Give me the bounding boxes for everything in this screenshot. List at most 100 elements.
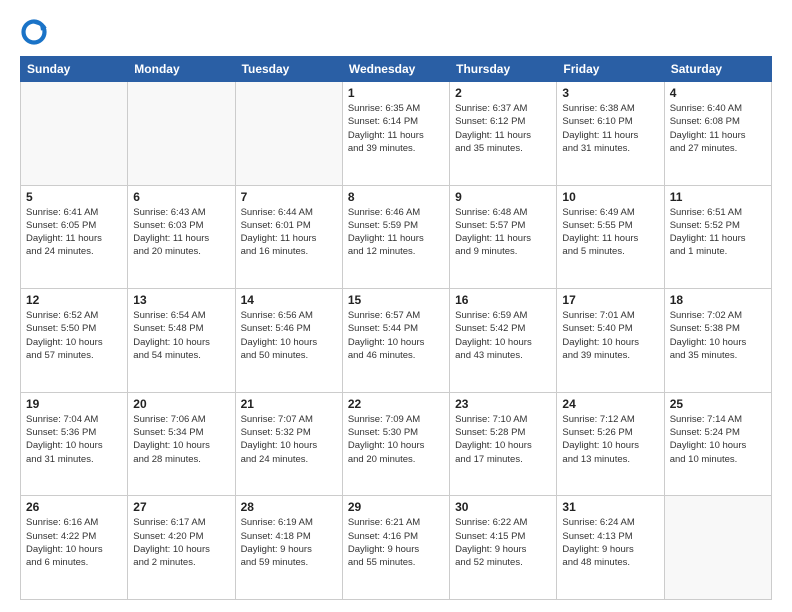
day-cell: 10Sunrise: 6:49 AM Sunset: 5:55 PM Dayli… — [557, 185, 664, 289]
day-cell: 1Sunrise: 6:35 AM Sunset: 6:14 PM Daylig… — [342, 82, 449, 186]
day-cell: 29Sunrise: 6:21 AM Sunset: 4:16 PM Dayli… — [342, 496, 449, 600]
weekday-header-friday: Friday — [557, 57, 664, 82]
day-number: 27 — [133, 500, 229, 514]
day-info: Sunrise: 6:21 AM Sunset: 4:16 PM Dayligh… — [348, 516, 444, 569]
day-cell: 11 Sunrise: 6:51 AM Sunset: 5:52 PM Dayli… — [664, 185, 771, 289]
day-cell: 23 Sunrise: 7:10 AM Sunset: 5:28 PM Dayli… — [450, 392, 557, 496]
day-cell — [664, 496, 771, 600]
day-info: Sunrise: 7:10 AM Sunset: 5:28 PM Dayligh… — [455, 413, 551, 466]
day-info: Sunrise: 7:14 AM Sunset: 5:24 PM Dayligh… — [670, 413, 766, 466]
day-number: 8 — [348, 190, 444, 204]
day-info: Sunrise: 7:01 AM Sunset: 5:40 PM Dayligh… — [562, 309, 658, 362]
day-number: 28 — [241, 500, 337, 514]
weekday-header-tuesday: Tuesday — [235, 57, 342, 82]
day-number: 5 — [26, 190, 122, 204]
day-info: Sunrise: 6:49 AM Sunset: 5:55 PM Dayligh… — [562, 206, 658, 259]
calendar-table: SundayMondayTuesdayWednesdayThursdayFrid… — [20, 56, 772, 600]
day-cell: 5 Sunrise: 6:41 AM Sunset: 6:05 PM Daylig… — [21, 185, 128, 289]
day-number: 22 — [348, 397, 444, 411]
day-cell: 30 Sunrise: 6:22 AM Sunset: 4:15 PM Dayli… — [450, 496, 557, 600]
day-cell: 21 Sunrise: 7:07 AM Sunset: 5:32 PM Dayli… — [235, 392, 342, 496]
day-info: Sunrise: 7:09 AM Sunset: 5:30 PM Dayligh… — [348, 413, 444, 466]
day-number: 13 — [133, 293, 229, 307]
day-number: 24 — [562, 397, 658, 411]
logo-icon — [20, 18, 48, 46]
day-info: Sunrise: 6:38 AM Sunset: 6:10 PM Dayligh… — [562, 102, 658, 155]
day-info: Sunrise: 6:54 AM Sunset: 5:48 PM Dayligh… — [133, 309, 229, 362]
day-cell: 8 Sunrise: 6:46 AM Sunset: 5:59 PM Daylig… — [342, 185, 449, 289]
day-number: 18 — [670, 293, 766, 307]
day-cell — [21, 82, 128, 186]
weekday-header-sunday: Sunday — [21, 57, 128, 82]
day-info: Sunrise: 6:40 AM Sunset: 6:08 PM Dayligh… — [670, 102, 766, 155]
day-info: Sunrise: 6:43 AM Sunset: 6:03 PM Dayligh… — [133, 206, 229, 259]
day-number: 11 — [670, 190, 766, 204]
week-row-5: 26 Sunrise: 6:16 AM Sunset: 4:22 PM Dayli… — [21, 496, 772, 600]
day-info: Sunrise: 6:22 AM Sunset: 4:15 PM Dayligh… — [455, 516, 551, 569]
day-number: 14 — [241, 293, 337, 307]
day-cell: 27 Sunrise: 6:17 AM Sunset: 4:20 PM Dayli… — [128, 496, 235, 600]
day-info: Sunrise: 6:19 AM Sunset: 4:18 PM Dayligh… — [241, 516, 337, 569]
day-number: 3 — [562, 86, 658, 100]
day-number: 31 — [562, 500, 658, 514]
day-info: Sunrise: 6:56 AM Sunset: 5:46 PM Dayligh… — [241, 309, 337, 362]
day-cell: 3 Sunrise: 6:38 AM Sunset: 6:10 PM Daylig… — [557, 82, 664, 186]
day-cell: 31 Sunrise: 6:24 AM Sunset: 4:13 PM Dayli… — [557, 496, 664, 600]
day-info: Sunrise: 6:48 AM Sunset: 5:57 PM Dayligh… — [455, 206, 551, 259]
week-row-2: 5 Sunrise: 6:41 AM Sunset: 6:05 PM Daylig… — [21, 185, 772, 289]
day-number: 7 — [241, 190, 337, 204]
day-info: Sunrise: 6:52 AM Sunset: 5:50 PM Dayligh… — [26, 309, 122, 362]
day-number: 21 — [241, 397, 337, 411]
day-cell: 24Sunrise: 7:12 AM Sunset: 5:26 PM Dayli… — [557, 392, 664, 496]
day-cell: 13 Sunrise: 6:54 AM Sunset: 5:48 PM Dayli… — [128, 289, 235, 393]
day-info: Sunrise: 6:46 AM Sunset: 5:59 PM Dayligh… — [348, 206, 444, 259]
day-info: Sunrise: 7:07 AM Sunset: 5:32 PM Dayligh… — [241, 413, 337, 466]
day-info: Sunrise: 6:17 AM Sunset: 4:20 PM Dayligh… — [133, 516, 229, 569]
day-number: 15 — [348, 293, 444, 307]
weekday-header-wednesday: Wednesday — [342, 57, 449, 82]
day-cell: 19Sunrise: 7:04 AM Sunset: 5:36 PM Dayli… — [21, 392, 128, 496]
day-cell: 18Sunrise: 7:02 AM Sunset: 5:38 PM Dayli… — [664, 289, 771, 393]
day-number: 2 — [455, 86, 551, 100]
day-number: 12 — [26, 293, 122, 307]
day-number: 19 — [26, 397, 122, 411]
weekday-header-thursday: Thursday — [450, 57, 557, 82]
week-row-3: 12 Sunrise: 6:52 AM Sunset: 5:50 PM Dayli… — [21, 289, 772, 393]
day-info: Sunrise: 6:59 AM Sunset: 5:42 PM Dayligh… — [455, 309, 551, 362]
weekday-header-saturday: Saturday — [664, 57, 771, 82]
header — [20, 18, 772, 46]
day-number: 9 — [455, 190, 551, 204]
day-info: Sunrise: 6:41 AM Sunset: 6:05 PM Dayligh… — [26, 206, 122, 259]
day-info: Sunrise: 6:24 AM Sunset: 4:13 PM Dayligh… — [562, 516, 658, 569]
day-info: Sunrise: 7:06 AM Sunset: 5:34 PM Dayligh… — [133, 413, 229, 466]
day-info: Sunrise: 6:51 AM Sunset: 5:52 PM Dayligh… — [670, 206, 766, 259]
logo — [20, 18, 52, 46]
page: SundayMondayTuesdayWednesdayThursdayFrid… — [0, 0, 792, 612]
day-cell — [128, 82, 235, 186]
day-cell: 14 Sunrise: 6:56 AM Sunset: 5:46 PM Dayli… — [235, 289, 342, 393]
day-number: 30 — [455, 500, 551, 514]
day-cell: 9 Sunrise: 6:48 AM Sunset: 5:57 PM Daylig… — [450, 185, 557, 289]
weekday-header-row: SundayMondayTuesdayWednesdayThursdayFrid… — [21, 57, 772, 82]
day-info: Sunrise: 6:44 AM Sunset: 6:01 PM Dayligh… — [241, 206, 337, 259]
day-number: 26 — [26, 500, 122, 514]
day-info: Sunrise: 6:16 AM Sunset: 4:22 PM Dayligh… — [26, 516, 122, 569]
day-number: 16 — [455, 293, 551, 307]
day-cell: 6Sunrise: 6:43 AM Sunset: 6:03 PM Daylig… — [128, 185, 235, 289]
day-cell: 12 Sunrise: 6:52 AM Sunset: 5:50 PM Dayli… — [21, 289, 128, 393]
day-cell: 28 Sunrise: 6:19 AM Sunset: 4:18 PM Dayli… — [235, 496, 342, 600]
day-number: 20 — [133, 397, 229, 411]
day-number: 23 — [455, 397, 551, 411]
weekday-header-monday: Monday — [128, 57, 235, 82]
day-cell: 7 Sunrise: 6:44 AM Sunset: 6:01 PM Daylig… — [235, 185, 342, 289]
day-cell: 26 Sunrise: 6:16 AM Sunset: 4:22 PM Dayli… — [21, 496, 128, 600]
day-cell: 20 Sunrise: 7:06 AM Sunset: 5:34 PM Dayli… — [128, 392, 235, 496]
day-cell: 15Sunrise: 6:57 AM Sunset: 5:44 PM Dayli… — [342, 289, 449, 393]
day-cell: 16 Sunrise: 6:59 AM Sunset: 5:42 PM Dayli… — [450, 289, 557, 393]
day-number: 4 — [670, 86, 766, 100]
day-cell: 4 Sunrise: 6:40 AM Sunset: 6:08 PM Daylig… — [664, 82, 771, 186]
day-cell: 25Sunrise: 7:14 AM Sunset: 5:24 PM Dayli… — [664, 392, 771, 496]
day-number: 1 — [348, 86, 444, 100]
week-row-1: 1Sunrise: 6:35 AM Sunset: 6:14 PM Daylig… — [21, 82, 772, 186]
day-cell: 2Sunrise: 6:37 AM Sunset: 6:12 PM Daylig… — [450, 82, 557, 186]
